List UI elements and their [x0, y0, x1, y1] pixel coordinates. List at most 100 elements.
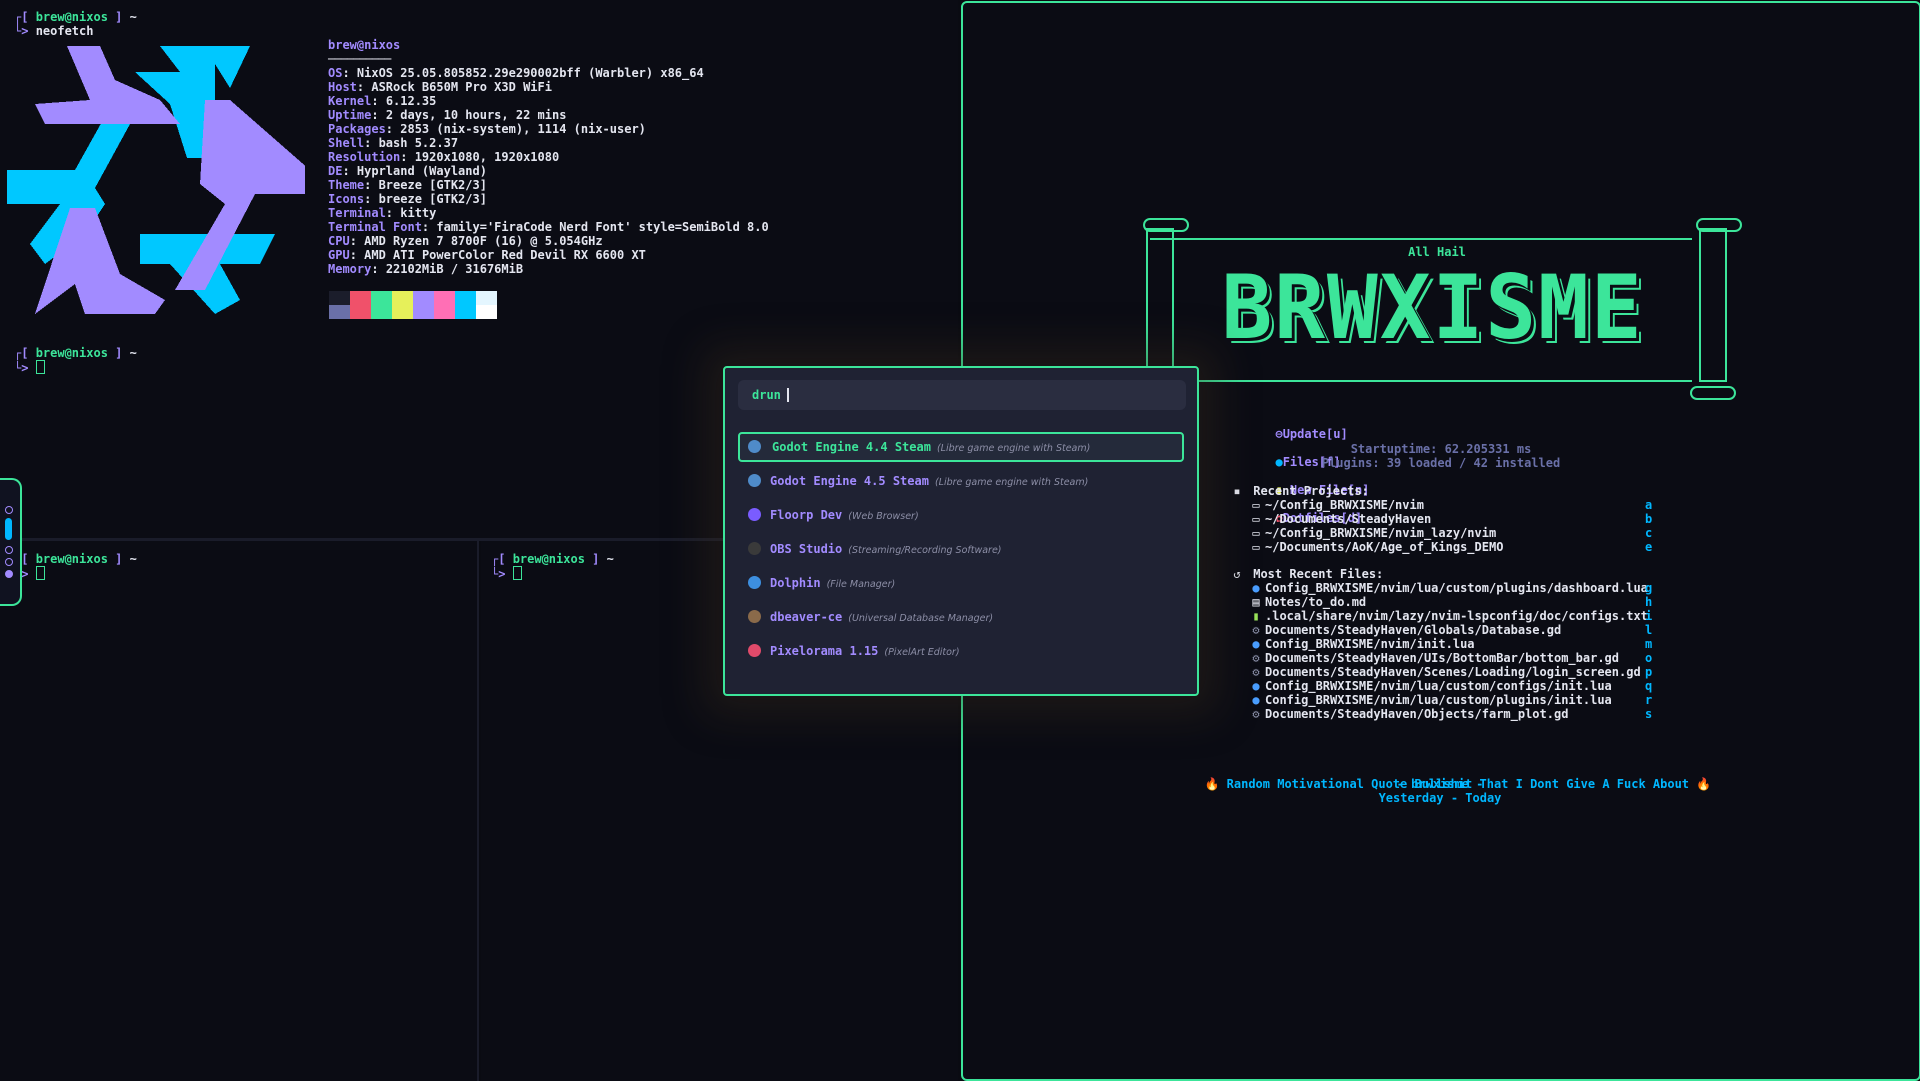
workspace-dot[interactable]	[5, 570, 13, 578]
launcher-item[interactable]: Floorp Dev (Web Browser)	[738, 500, 1184, 530]
banner-pillar-right	[1699, 228, 1727, 382]
shortcut-key: r	[1645, 693, 1653, 707]
recent-file-item[interactable]: ● Config_BRWXISME/nvim/lua/custom/plugins…	[1251, 581, 1648, 595]
folder-icon: ▭	[1252, 526, 1260, 540]
prompt-line: ┌[ brew@nixos ] ~	[14, 346, 137, 360]
launcher-item-description: (Web Browser)	[848, 511, 919, 522]
workspace-dot[interactable]	[5, 506, 13, 514]
input-line[interactable]: └>	[14, 360, 45, 375]
terminal-bottom-left[interactable]: ─[ brew@nixos ] ~ ─>	[0, 541, 479, 1081]
recent-file-item[interactable]: ● Config_BRWXISME/nvim/init.lua	[1251, 637, 1474, 651]
markdown-file-icon: ▤	[1252, 595, 1260, 609]
gdscript-file-icon: ⚙	[1252, 651, 1260, 665]
shortcut-key: q	[1645, 679, 1653, 693]
color-swatch	[434, 291, 455, 305]
gdscript-file-icon: ⚙	[1252, 623, 1260, 637]
recent-file-item[interactable]: ● Config_BRWXISME/nvim/lua/custom/plugins…	[1251, 693, 1612, 707]
shortcut-key: g	[1645, 581, 1653, 595]
launcher-item-description: (PixelArt Editor)	[884, 647, 960, 658]
text-caret	[786, 388, 789, 402]
shortcut-key: i	[1645, 609, 1653, 623]
project-item[interactable]: ▭ ~/Documents/SteadyHaven	[1251, 512, 1431, 526]
project-item[interactable]: ▭ ~/Documents/AoK/Age_of_Kings_DEMO	[1251, 540, 1503, 554]
app-launcher[interactable]: drun Godot Engine 4.4 Steam (Libre game e…	[723, 366, 1199, 696]
gdscript-file-icon: ⚙	[1252, 665, 1260, 679]
obs-icon	[748, 542, 761, 555]
prompt-user: brew@nixos	[35, 10, 108, 24]
history-icon: ↺	[1233, 567, 1241, 581]
info-row: Kernel: 6.12.35	[328, 94, 437, 108]
launcher-search-input[interactable]: drun	[738, 380, 1186, 410]
dolphin-icon	[748, 576, 761, 589]
launcher-item[interactable]: Godot Engine 4.4 Steam (Libre game engine…	[738, 432, 1184, 462]
recent-file-item[interactable]: ▮ .local/share/nvim/lazy/nvim-lspconfig/d…	[1251, 609, 1648, 623]
shortcut-key: h	[1645, 595, 1653, 609]
launcher-item[interactable]: Dolphin (File Manager)	[738, 568, 1184, 598]
launcher-item-name: Godot Engine 4.5 Steam	[770, 474, 929, 488]
lua-file-icon: ●	[1252, 679, 1260, 693]
cursor	[35, 566, 45, 580]
info-title: brew@nixos	[328, 38, 401, 52]
launcher-item[interactable]: OBS Studio (Streaming/Recording Software)	[738, 534, 1184, 564]
shortcut-key: a	[1645, 498, 1653, 512]
recent-files-header: ↺ Most Recent Files:	[1233, 567, 1384, 581]
info-row: Memory: 22102MiB / 31676MiB	[328, 262, 524, 276]
recent-file-item[interactable]: ⚙ Documents/SteadyHaven/Globals/Database.…	[1251, 623, 1561, 637]
project-path: ~/Config_BRWXISME/nvim_lazy/nvim	[1265, 526, 1497, 540]
launcher-item-description: (Libre game engine with Steam)	[936, 443, 1091, 454]
prompt-line: ─[ brew@nixos ] ~	[14, 552, 137, 566]
recent-file-item[interactable]: ⚙ Documents/SteadyHaven/UIs/BottomBar/bot…	[1251, 651, 1619, 665]
file-path: Documents/SteadyHaven/Globals/Database.g…	[1265, 623, 1562, 637]
command-line: └> neofetch	[14, 24, 94, 38]
shortcut-key: l	[1645, 623, 1653, 637]
color-swatch	[455, 305, 476, 319]
recent-file-item[interactable]: ⚙ Documents/SteadyHaven/Objects/farm_plot…	[1251, 707, 1568, 721]
cursor	[512, 566, 522, 580]
launcher-item-description: (File Manager)	[826, 579, 896, 590]
color-swatch	[350, 291, 371, 305]
prompt-line: ┌[ brew@nixos ] ~	[491, 552, 614, 566]
info-row: Icons: breeze [GTK2/3]	[328, 192, 487, 206]
project-item[interactable]: ▭ ~/Config_BRWXISME/nvim	[1251, 498, 1424, 512]
color-swatch	[350, 305, 371, 319]
floorp-icon	[748, 508, 761, 521]
input-line[interactable]: └>	[491, 566, 522, 581]
workspace-indicator[interactable]	[0, 478, 22, 606]
project-item[interactable]: ▭ ~/Config_BRWXISME/nvim_lazy/nvim	[1251, 526, 1496, 540]
lua-file-icon: ●	[1252, 693, 1260, 707]
workspace-dot[interactable]	[5, 546, 13, 554]
launcher-item-name: Dolphin	[770, 576, 821, 590]
project-path: ~/Documents/AoK/Age_of_Kings_DEMO	[1265, 540, 1504, 554]
launcher-item[interactable]: dbeaver-ce (Universal Database Manager)	[738, 602, 1184, 632]
recent-file-item[interactable]: ▤ Notes/to_do.md	[1251, 595, 1366, 609]
launcher-item-name: Godot Engine 4.4 Steam	[772, 440, 931, 454]
color-swatch	[371, 305, 392, 319]
launcher-item[interactable]: Godot Engine 4.5 Steam (Libre game engine…	[738, 466, 1184, 496]
info-row: Uptime: 2 days, 10 hours, 22 mins	[328, 108, 567, 122]
banner-cap	[1690, 386, 1736, 400]
fire-icon: 🔥	[1696, 777, 1712, 791]
banner-cap	[1696, 218, 1742, 232]
info-row: Shell: bash 5.2.37	[328, 136, 459, 150]
startup-time: Startuptime: 62.205331 ms	[1350, 442, 1532, 456]
recent-file-item[interactable]: ⚙ Documents/SteadyHaven/Scenes/Loading/lo…	[1251, 665, 1640, 679]
color-swatch	[476, 291, 497, 305]
launcher-item-name: Pixelorama 1.15	[770, 644, 879, 658]
file-path: Config_BRWXISME/nvim/lua/custom/plugins/…	[1265, 693, 1612, 707]
active-workspace-pill[interactable]	[5, 518, 12, 540]
recent-file-item[interactable]: ● Config_BRWXISME/nvim/lua/custom/configs…	[1251, 679, 1611, 693]
shortcut-key: b	[1645, 512, 1653, 526]
color-swatches	[329, 291, 497, 319]
info-row: Resolution: 1920x1080, 1920x1080	[328, 150, 560, 164]
color-swatch	[413, 291, 434, 305]
launcher-item[interactable]: Pixelorama 1.15 (PixelArt Editor)	[738, 636, 1184, 666]
workspace-dot[interactable]	[5, 558, 13, 566]
plugins-count: Plugins: 39 loaded / 42 installed	[1321, 456, 1561, 470]
info-row: Packages: 2853 (nix-system), 1114 (nix-u…	[328, 122, 646, 136]
launcher-item-description: (Streaming/Recording Software)	[848, 545, 1002, 556]
folder-icon: ▭	[1252, 498, 1260, 512]
file-path: .local/share/nvim/lazy/nvim-lspconfig/do…	[1265, 609, 1648, 623]
update-button[interactable]: ⊖Update[u]	[1275, 427, 1347, 441]
shortcut-key: m	[1645, 637, 1653, 651]
shortcut-key: s	[1645, 707, 1653, 721]
